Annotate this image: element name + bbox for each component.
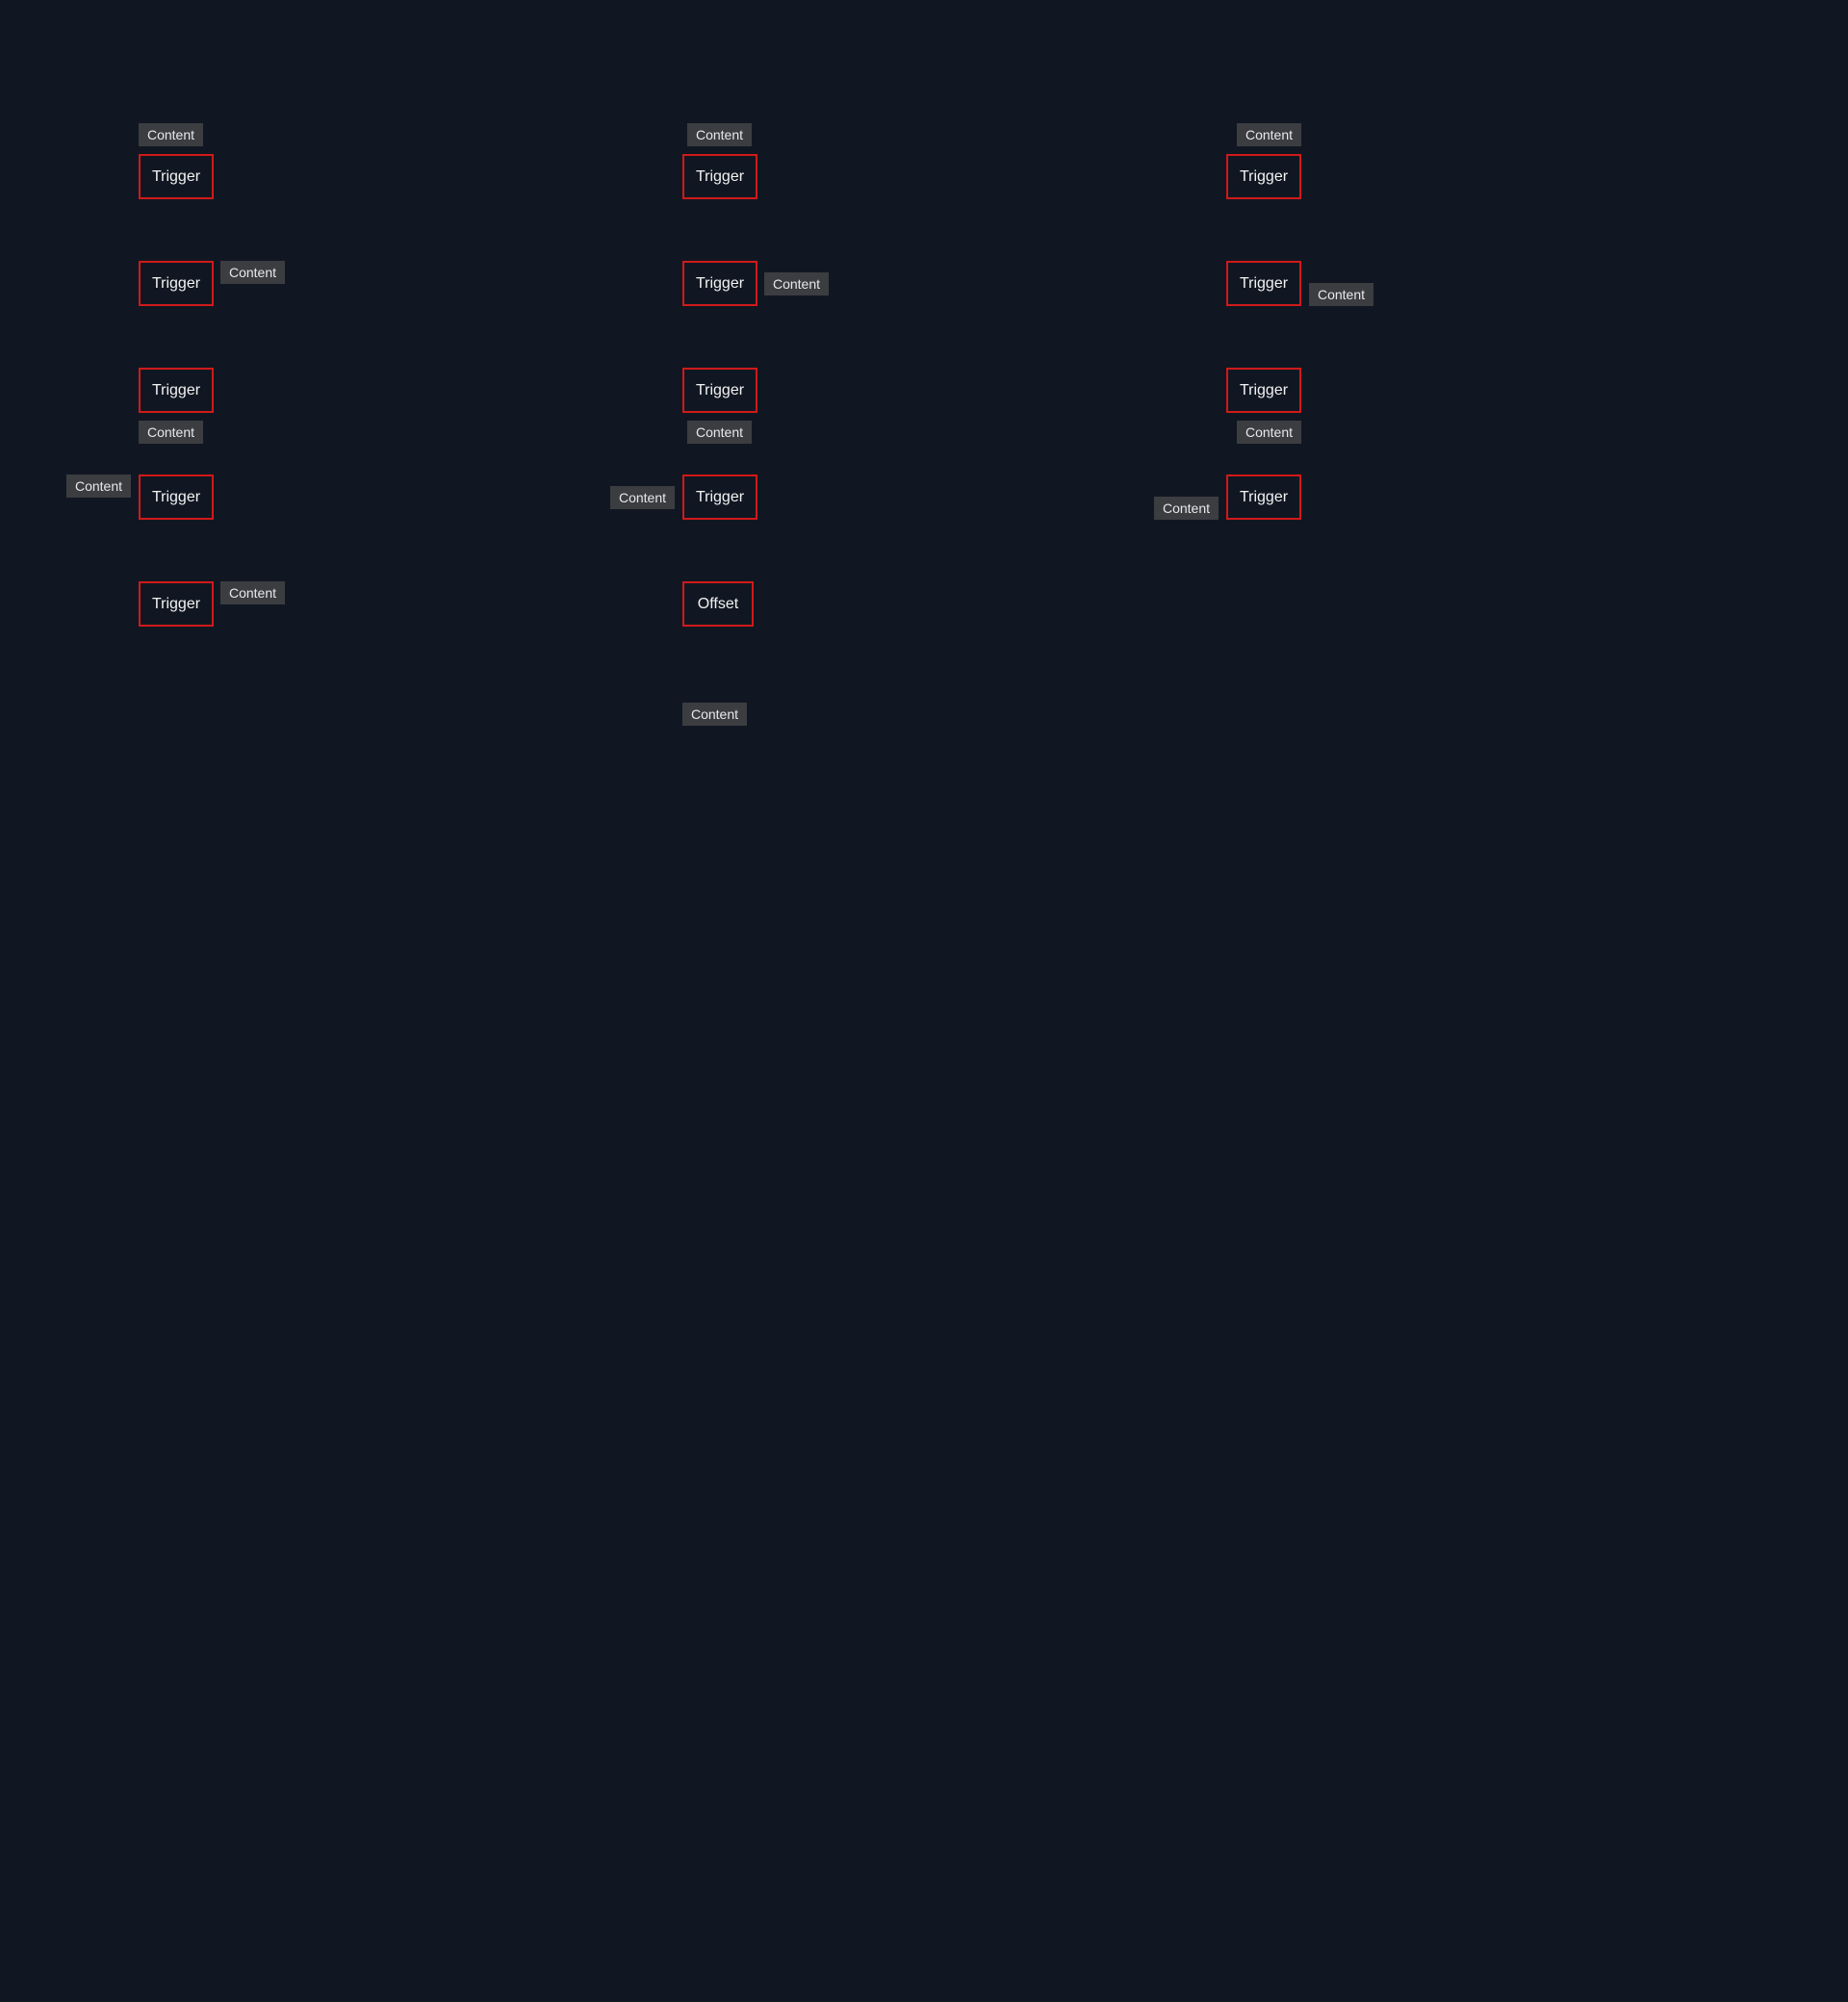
offset-trigger-button[interactable]: Offset [682, 581, 754, 627]
popover-trigger-button[interactable]: Trigger [139, 581, 214, 627]
popover-content: Content [682, 703, 747, 726]
popover-content: Content [687, 123, 752, 146]
popover-content: Content [139, 123, 203, 146]
popover-trigger-button[interactable]: Trigger [139, 368, 214, 413]
popover-content: Content [1309, 283, 1373, 306]
popover-trigger-button[interactable]: Trigger [682, 154, 757, 199]
popover-trigger-button[interactable]: Trigger [1226, 154, 1301, 199]
popover-trigger-button[interactable]: Trigger [139, 154, 214, 199]
popover-trigger-button[interactable]: Trigger [682, 261, 757, 306]
popover-trigger-button[interactable]: Trigger [1226, 475, 1301, 520]
popover-content: Content [764, 272, 829, 295]
popover-content: Content [220, 261, 285, 284]
popover-content: Content [1237, 421, 1301, 444]
popover-content: Content [1154, 497, 1219, 520]
popover-trigger-button[interactable]: Trigger [682, 368, 757, 413]
popover-content: Content [1237, 123, 1301, 146]
popover-content: Content [66, 475, 131, 498]
popover-trigger-button[interactable]: Trigger [1226, 261, 1301, 306]
popover-trigger-button[interactable]: Trigger [139, 475, 214, 520]
popover-trigger-button[interactable]: Trigger [139, 261, 214, 306]
popover-content: Content [610, 486, 675, 509]
popover-content: Content [687, 421, 752, 444]
popover-content: Content [139, 421, 203, 444]
popover-content: Content [220, 581, 285, 604]
popover-trigger-button[interactable]: Trigger [682, 475, 757, 520]
popover-trigger-button[interactable]: Trigger [1226, 368, 1301, 413]
